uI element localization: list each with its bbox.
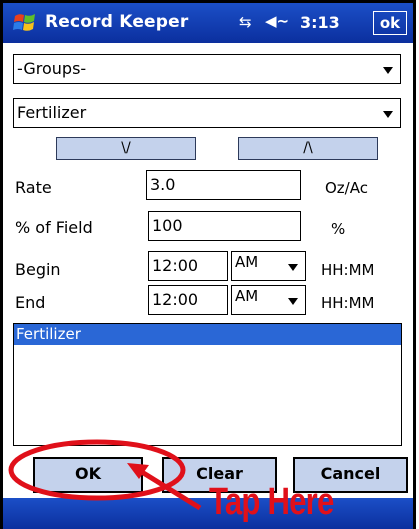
field-unit: % [331,220,346,238]
ok-button[interactable]: OK [33,457,143,493]
begin-format: HH:MM [321,261,375,279]
clock[interactable]: 3:13 [300,13,340,32]
chevron-down-icon [288,264,298,271]
record-listbox[interactable]: Fertilizer [13,323,402,446]
soft-key-bar [3,498,413,529]
title-bar: Record Keeper ⇆ ◀∼ 3:13 ok [3,3,413,43]
end-ampm-select[interactable]: AM [231,285,306,315]
type-dropdown[interactable]: Fertilizer [13,98,401,128]
app-title: Record Keeper [45,12,189,32]
end-label: End [15,293,46,312]
connectivity-icon[interactable]: ⇆ [239,13,252,31]
chevron-down-icon [288,298,298,305]
windows-start-icon[interactable] [13,12,37,34]
rate-unit: Oz/Ac [325,179,368,197]
down-button[interactable]: \/ [56,137,196,160]
up-button[interactable]: /\ [238,137,378,160]
list-item[interactable]: Fertilizer [14,324,401,345]
end-ampm-value: AM [235,287,259,305]
field-label: % of Field [15,218,93,237]
title-ok-button[interactable]: ok [373,11,407,35]
chevron-down-icon [383,111,393,118]
end-time-input[interactable]: 12:00 [148,285,228,315]
groups-dropdown[interactable]: -Groups- [13,54,401,84]
begin-ampm-select[interactable]: AM [231,251,306,281]
tap-here-label: Tap Here [209,481,334,523]
rate-label: Rate [15,178,52,197]
end-format: HH:MM [321,294,375,312]
device-screen: Record Keeper ⇆ ◀∼ 3:13 ok -Groups- Fert… [0,0,416,529]
volume-icon[interactable]: ◀∼ [265,12,289,30]
rate-input[interactable]: 3.0 [146,170,301,200]
begin-ampm-value: AM [235,253,259,271]
field-input[interactable]: 100 [148,211,301,241]
begin-time-input[interactable]: 12:00 [148,251,228,281]
begin-label: Begin [15,260,61,279]
type-dropdown-value: Fertilizer [17,103,87,122]
groups-dropdown-value: -Groups- [17,59,87,78]
chevron-down-icon [383,67,393,74]
